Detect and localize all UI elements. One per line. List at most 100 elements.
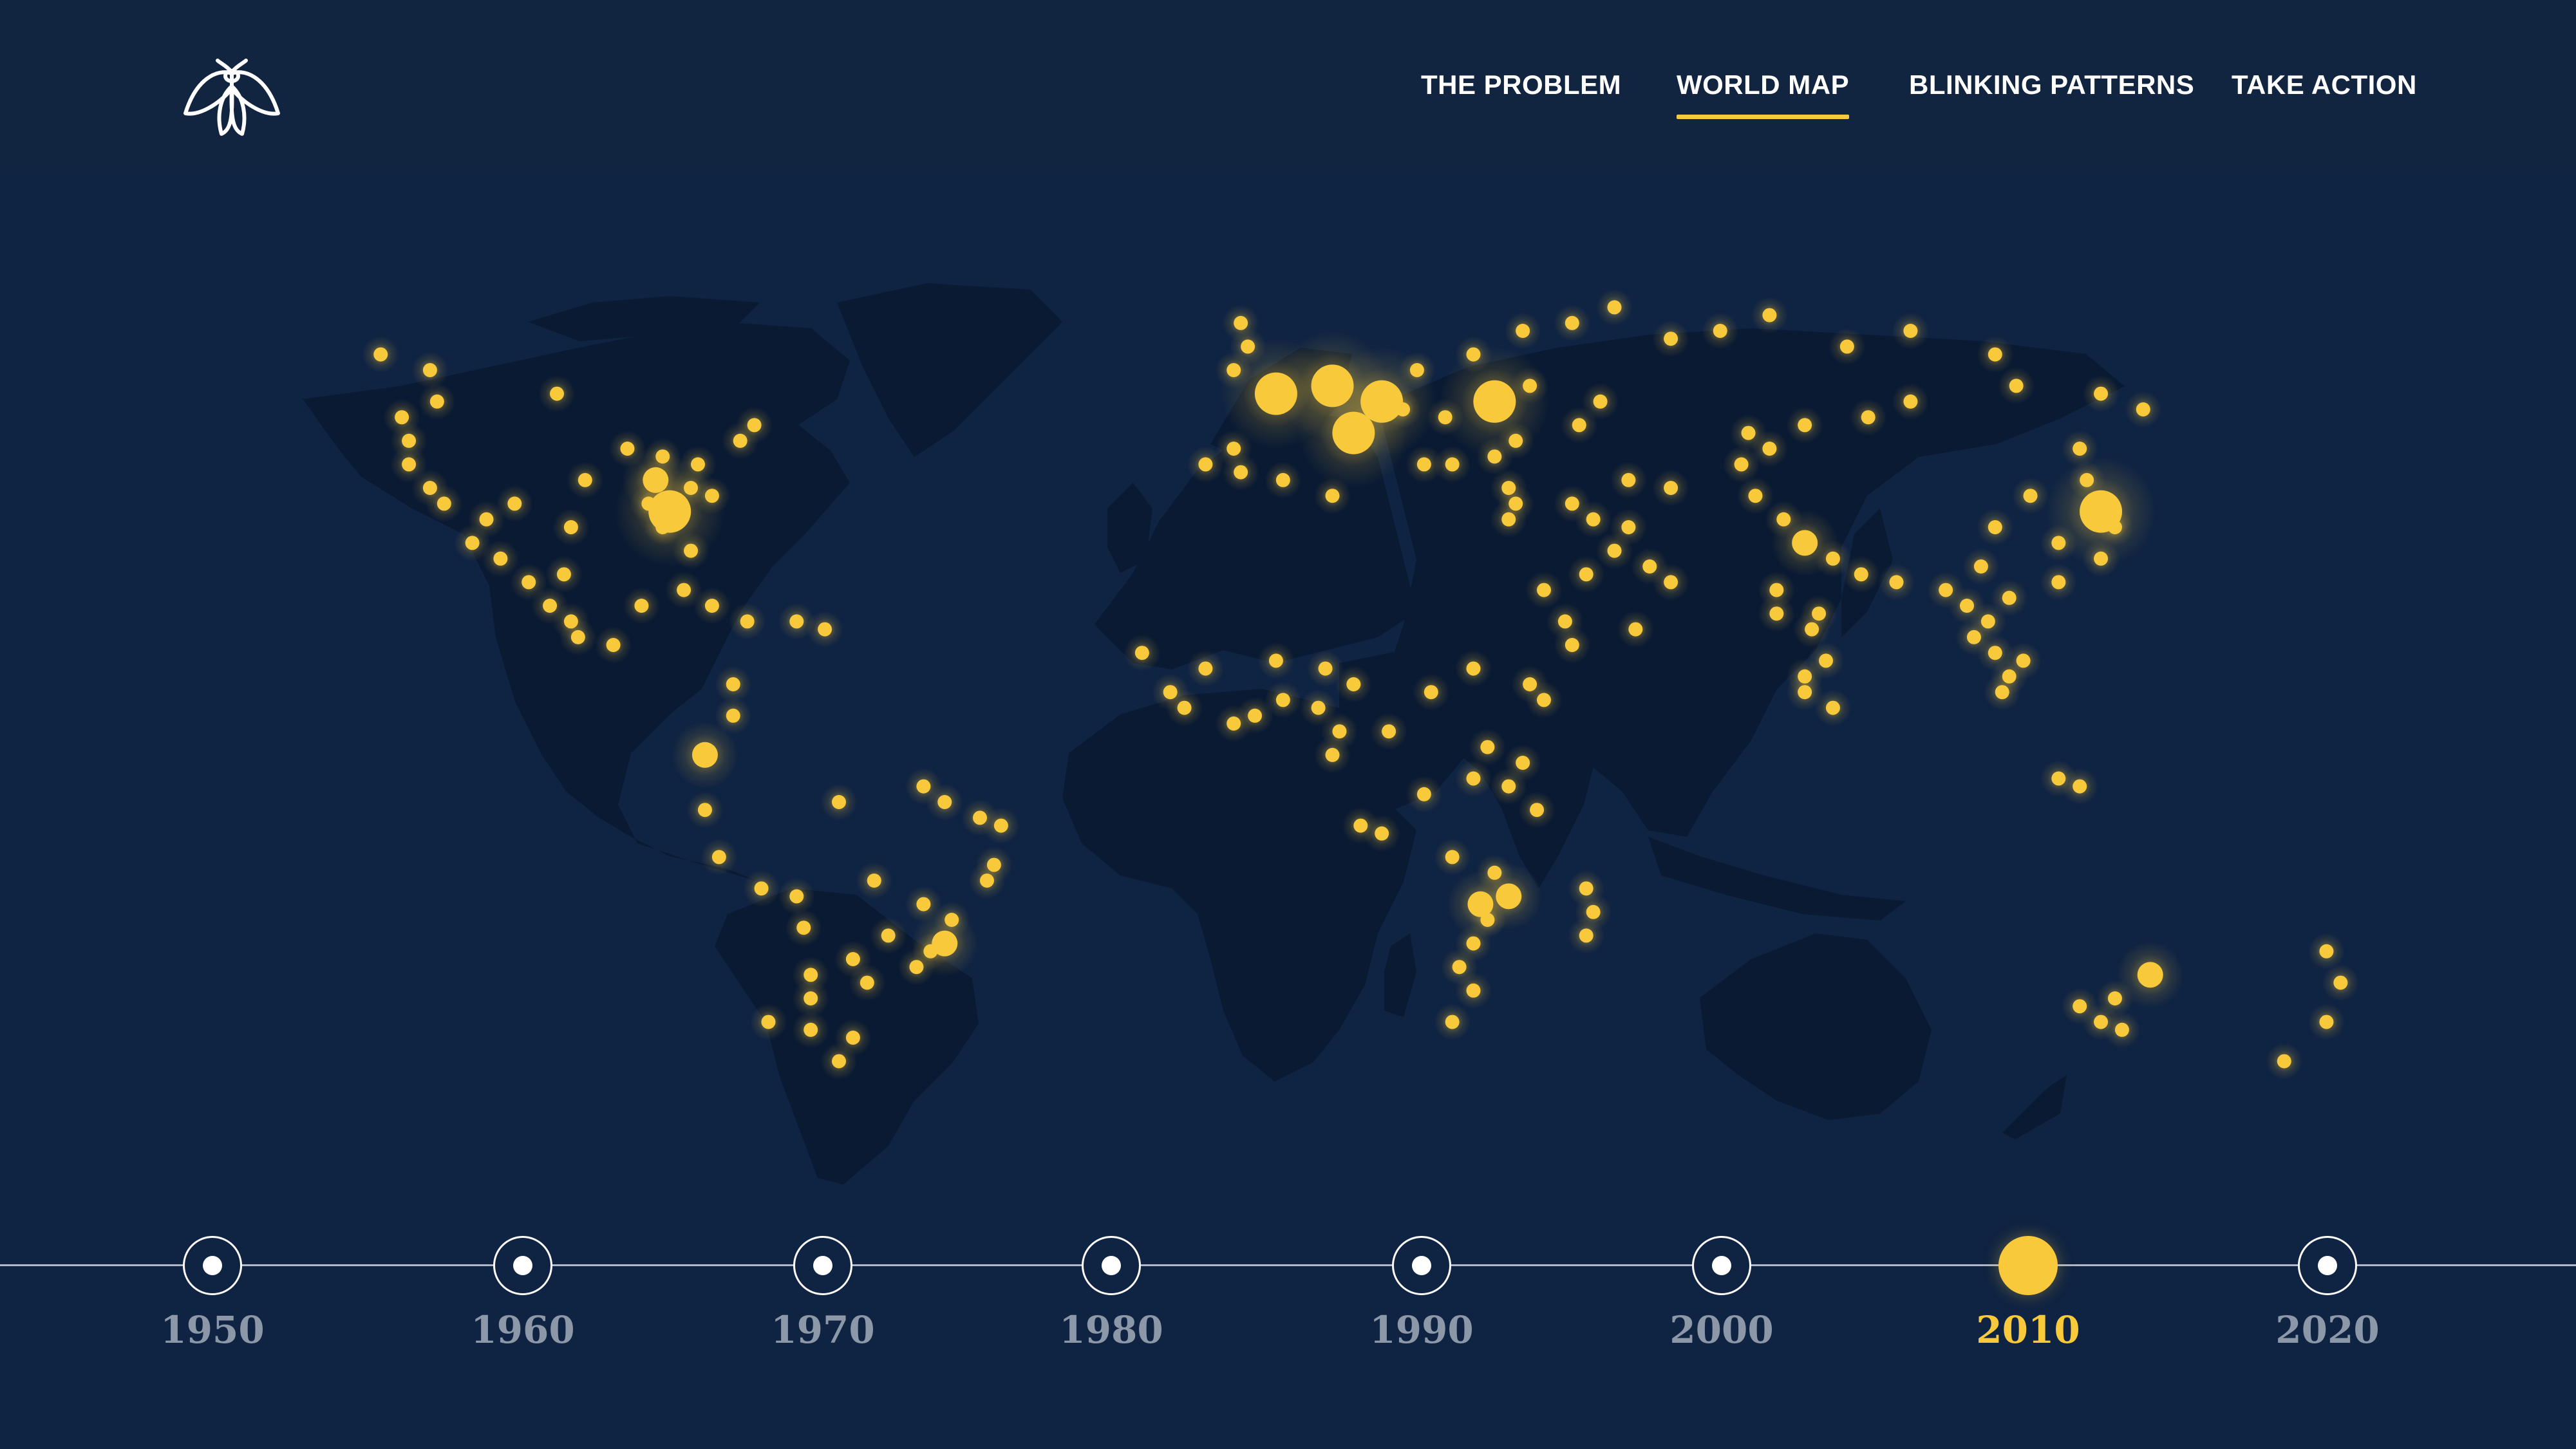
- firefly-marker[interactable]: [1523, 379, 1537, 393]
- firefly-marker[interactable]: [1311, 700, 1326, 715]
- firefly-marker[interactable]: [1496, 883, 1522, 910]
- firefly-marker[interactable]: [479, 512, 494, 527]
- timeline-year-label[interactable]: 1980: [1034, 1308, 1189, 1352]
- firefly-marker[interactable]: [761, 1014, 776, 1029]
- firefly-marker[interactable]: [1346, 677, 1361, 691]
- firefly-marker[interactable]: [804, 1022, 818, 1037]
- firefly-marker[interactable]: [1572, 418, 1586, 433]
- firefly-marker[interactable]: [845, 1031, 860, 1045]
- firefly-marker[interactable]: [684, 543, 699, 558]
- firefly-marker[interactable]: [2114, 1022, 2129, 1037]
- firefly-marker[interactable]: [373, 347, 388, 362]
- firefly-marker[interactable]: [1988, 347, 2002, 362]
- firefly-marker[interactable]: [1416, 787, 1431, 801]
- firefly-marker[interactable]: [1438, 410, 1453, 425]
- firefly-marker[interactable]: [704, 489, 719, 503]
- firefly-marker[interactable]: [1332, 724, 1347, 739]
- firefly-marker[interactable]: [2073, 779, 2087, 794]
- firefly-marker[interactable]: [1903, 324, 1918, 338]
- firefly-marker[interactable]: [1466, 661, 1481, 676]
- firefly-marker[interactable]: [2094, 551, 2109, 566]
- firefly-marker[interactable]: [1741, 425, 1756, 440]
- firefly-marker[interactable]: [1565, 496, 1579, 511]
- firefly-marker[interactable]: [1198, 661, 1213, 676]
- firefly-marker[interactable]: [1516, 756, 1530, 770]
- timeline-year-label[interactable]: 1970: [746, 1308, 900, 1352]
- firefly-marker[interactable]: [726, 708, 740, 723]
- firefly-marker[interactable]: [395, 410, 409, 425]
- firefly-marker[interactable]: [2319, 1014, 2334, 1029]
- firefly-marker[interactable]: [1445, 1014, 1460, 1029]
- firefly-marker[interactable]: [909, 960, 924, 975]
- firefly-marker[interactable]: [1501, 512, 1516, 527]
- firefly-marker[interactable]: [1769, 583, 1784, 597]
- timeline-year-label[interactable]: 2020: [2250, 1308, 2405, 1352]
- firefly-marker[interactable]: [1325, 489, 1340, 503]
- timeline-node-1980[interactable]: [1082, 1236, 1141, 1295]
- firefly-marker[interactable]: [1792, 530, 1818, 556]
- firefly-marker[interactable]: [437, 496, 451, 511]
- nav-world-map[interactable]: WORLD MAP: [1677, 70, 1850, 119]
- firefly-marker[interactable]: [1988, 646, 2002, 660]
- firefly-marker[interactable]: [1452, 960, 1467, 975]
- firefly-marker[interactable]: [522, 575, 536, 590]
- firefly-marker[interactable]: [1593, 394, 1608, 409]
- firefly-marker[interactable]: [881, 928, 896, 943]
- firefly-marker[interactable]: [2333, 975, 2348, 990]
- firefly-marker[interactable]: [740, 614, 755, 629]
- firefly-marker[interactable]: [1275, 472, 1290, 487]
- firefly-marker[interactable]: [1579, 881, 1594, 896]
- firefly-marker[interactable]: [860, 975, 874, 990]
- firefly-marker[interactable]: [993, 818, 1008, 833]
- firefly-marker[interactable]: [634, 599, 649, 613]
- firefly-marker[interactable]: [711, 850, 726, 865]
- firefly-marker[interactable]: [2073, 442, 2087, 456]
- firefly-marker[interactable]: [916, 897, 931, 911]
- timeline-year-label[interactable]: 1990: [1344, 1308, 1499, 1352]
- timeline-year-label[interactable]: 1950: [135, 1308, 290, 1352]
- firefly-marker[interactable]: [1487, 449, 1502, 464]
- firefly-marker[interactable]: [1628, 622, 1643, 637]
- firefly-marker[interactable]: [1762, 308, 1777, 323]
- firefly-marker[interactable]: [1163, 685, 1178, 700]
- firefly-marker[interactable]: [1480, 913, 1495, 927]
- nav-blinking-patterns[interactable]: BLINKING PATTERNS: [1909, 70, 2194, 100]
- timeline-node-2020[interactable]: [2298, 1236, 2357, 1295]
- firefly-marker[interactable]: [1713, 324, 1727, 338]
- firefly-marker[interactable]: [1621, 472, 1636, 487]
- firefly-marker[interactable]: [818, 622, 832, 637]
- firefly-marker[interactable]: [1586, 512, 1601, 527]
- firefly-marker[interactable]: [1748, 489, 1763, 503]
- firefly-marker[interactable]: [2009, 379, 2024, 393]
- firefly-marker[interactable]: [1966, 630, 1981, 644]
- firefly-marker[interactable]: [1382, 724, 1396, 739]
- firefly-marker[interactable]: [1537, 693, 1551, 707]
- firefly-marker[interactable]: [845, 952, 860, 966]
- firefly-marker[interactable]: [507, 496, 522, 511]
- firefly-marker[interactable]: [1995, 685, 2009, 700]
- firefly-marker[interactable]: [1607, 543, 1622, 558]
- firefly-marker[interactable]: [1565, 638, 1579, 652]
- firefly-marker[interactable]: [1466, 771, 1481, 786]
- firefly-marker[interactable]: [796, 921, 811, 935]
- firefly-marker[interactable]: [1325, 747, 1340, 762]
- firefly-marker[interactable]: [1509, 433, 1523, 448]
- firefly-marker[interactable]: [1445, 457, 1460, 472]
- firefly-marker[interactable]: [1234, 315, 1248, 330]
- firefly-marker[interactable]: [1664, 332, 1678, 346]
- firefly-marker[interactable]: [1939, 583, 1953, 597]
- firefly-marker[interactable]: [916, 779, 931, 794]
- timeline-year-label[interactable]: 1960: [446, 1308, 600, 1352]
- firefly-marker[interactable]: [747, 418, 762, 433]
- firefly-marker[interactable]: [1798, 685, 1812, 700]
- firefly-marker[interactable]: [493, 551, 508, 566]
- firefly-marker[interactable]: [691, 742, 718, 768]
- firefly-marker[interactable]: [550, 386, 564, 401]
- firefly-marker[interactable]: [754, 881, 769, 896]
- firefly-marker[interactable]: [402, 433, 417, 448]
- firefly-marker[interactable]: [1621, 520, 1636, 534]
- firefly-marker[interactable]: [1268, 653, 1283, 668]
- firefly-marker[interactable]: [1332, 411, 1375, 454]
- firefly-marker[interactable]: [422, 363, 437, 377]
- firefly-marker[interactable]: [1557, 614, 1572, 629]
